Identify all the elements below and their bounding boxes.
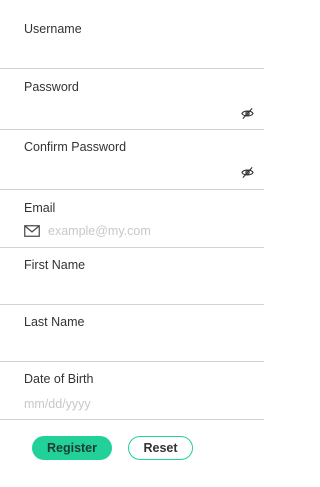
- email-input[interactable]: example@my.com: [24, 224, 264, 241]
- confirm-password-label: Confirm Password: [24, 140, 127, 154]
- register-button[interactable]: Register: [32, 436, 112, 460]
- username-label: Username: [24, 22, 82, 36]
- confirm-password-input[interactable]: [24, 164, 264, 184]
- date-of-birth-label: Date of Birth: [24, 372, 94, 386]
- last-name-input[interactable]: [24, 337, 264, 357]
- date-of-birth-input[interactable]: mm/dd/yyyy: [24, 397, 264, 415]
- email-field[interactable]: Email example@my.com: [0, 190, 264, 248]
- password-field[interactable]: Password: [0, 69, 264, 130]
- last-name-label: Last Name: [24, 315, 85, 329]
- first-name-label: First Name: [24, 258, 86, 272]
- password-input[interactable]: [24, 105, 264, 125]
- last-name-field[interactable]: Last Name: [0, 305, 264, 362]
- password-label: Password: [24, 80, 79, 94]
- envelope-icon: [24, 225, 40, 237]
- first-name-field[interactable]: First Name: [0, 248, 264, 305]
- date-of-birth-placeholder: mm/dd/yyyy: [24, 397, 91, 411]
- confirm-password-field[interactable]: Confirm Password: [0, 130, 264, 190]
- email-placeholder: example@my.com: [48, 224, 151, 238]
- reset-button[interactable]: Reset: [128, 436, 193, 460]
- email-label: Email: [24, 201, 56, 215]
- username-field[interactable]: Username: [0, 0, 264, 69]
- eye-slash-icon[interactable]: [241, 166, 254, 179]
- eye-slash-icon[interactable]: [241, 107, 254, 120]
- username-input[interactable]: [24, 44, 264, 64]
- date-of-birth-field[interactable]: Date of Birth mm/dd/yyyy: [0, 362, 264, 420]
- registration-form: Username Password Confirm Password Email: [0, 0, 264, 420]
- first-name-input[interactable]: [24, 280, 264, 300]
- form-actions: Register Reset: [32, 436, 232, 460]
